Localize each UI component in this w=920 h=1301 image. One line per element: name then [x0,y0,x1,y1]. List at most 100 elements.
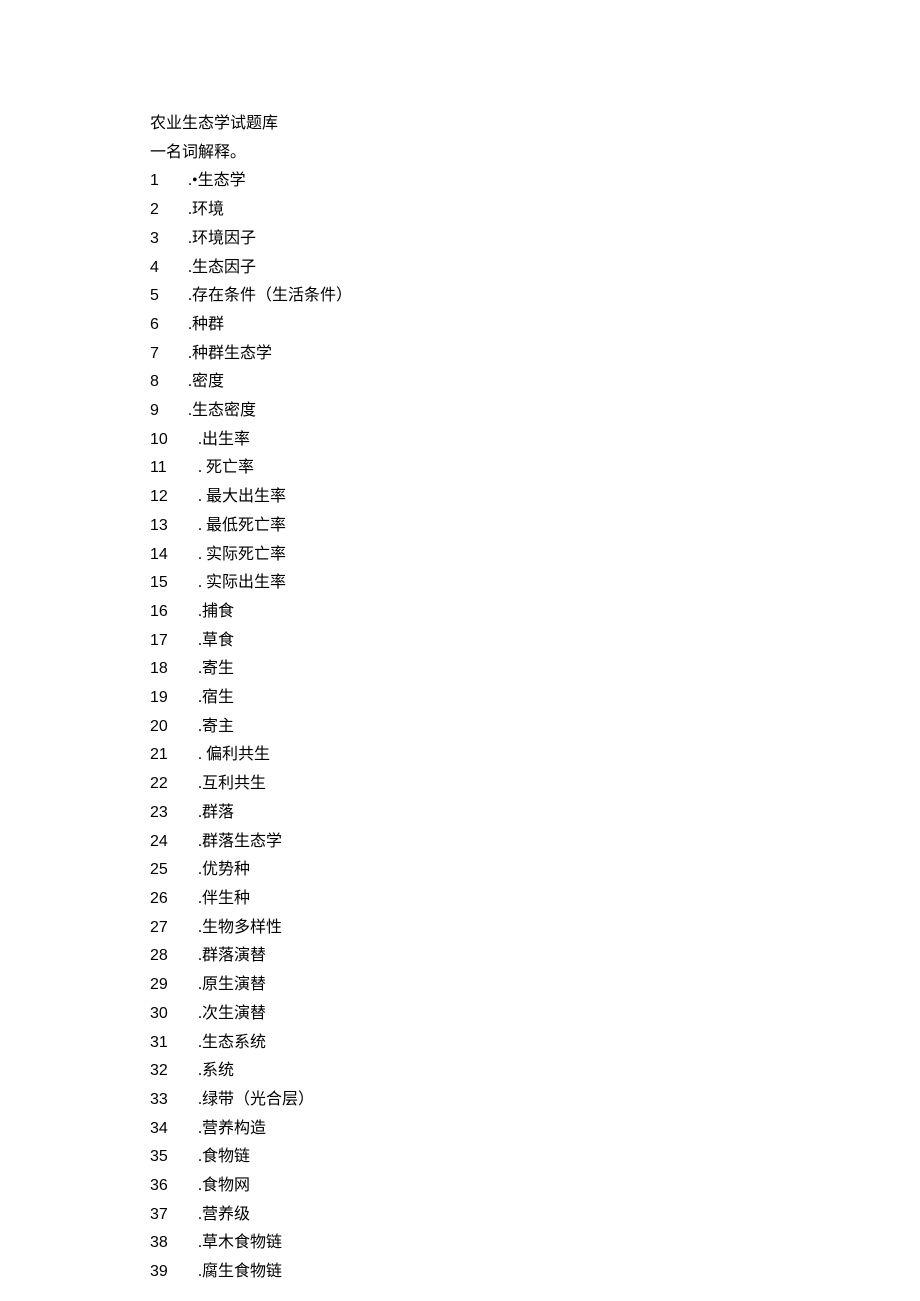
item-text: .捕食 [198,598,234,627]
item-text: .营养构造 [198,1115,266,1144]
item-number: 14 [150,541,198,570]
item-number: 19 [150,684,198,713]
list-item: 31.生态系统 [150,1029,820,1058]
item-text: .种群 [188,311,224,340]
list-item: 12. 最大出生率 [150,483,820,512]
item-number: 23 [150,799,198,828]
item-text: .宿生 [198,684,234,713]
list-item: 30.次生演替 [150,1000,820,1029]
item-number: 4 [150,254,188,283]
list-item: 6.种群 [150,311,820,340]
item-text: .生态系统 [198,1029,266,1058]
list-item: 24.群落生态学 [150,828,820,857]
list-item: 17.草食 [150,627,820,656]
item-text: . 偏利共生 [198,741,270,770]
list-item: 22.互利共生 [150,770,820,799]
item-text: .营养级 [198,1201,250,1230]
list-item: 14. 实际死亡率 [150,541,820,570]
item-text: .草食 [198,627,234,656]
item-text: .伴生种 [198,885,250,914]
list-item: 37.营养级 [150,1201,820,1230]
list-item: 15. 实际出生率 [150,569,820,598]
item-number: 35 [150,1143,198,1172]
item-number: 12 [150,483,198,512]
list-item: 8.密度 [150,368,820,397]
document-page: 农业生态学试题库 一名词解释。 1.•生态学2.环境3.环境因子4.生态因子5.… [0,0,920,1287]
item-number: 17 [150,627,198,656]
item-number: 6 [150,311,188,340]
item-number: 24 [150,828,198,857]
list-item: 1.•生态学 [150,167,820,196]
item-number: 30 [150,1000,198,1029]
item-number: 33 [150,1086,198,1115]
list-item: 10.出生率 [150,426,820,455]
item-number: 11 [150,454,198,483]
item-text: .寄主 [198,713,234,742]
item-number: 1 [150,167,188,196]
item-number: 28 [150,942,198,971]
item-number: 22 [150,770,198,799]
list-item: 13. 最低死亡率 [150,512,820,541]
item-text: .系统 [198,1057,234,1086]
list-item: 35.食物链 [150,1143,820,1172]
item-number: 37 [150,1201,198,1230]
item-number: 32 [150,1057,198,1086]
item-number: 38 [150,1229,198,1258]
item-number: 10 [150,426,198,455]
item-text: . 实际死亡率 [198,541,286,570]
item-text: .寄生 [198,655,234,684]
list-item: 4.生态因子 [150,254,820,283]
item-text: . 最低死亡率 [198,512,286,541]
list-item: 21. 偏利共生 [150,741,820,770]
item-number: 20 [150,713,198,742]
item-number: 26 [150,885,198,914]
item-number: 21 [150,741,198,770]
item-text: .生物多样性 [198,914,282,943]
item-number: 9 [150,397,188,426]
list-item: 39.腐生食物链 [150,1258,820,1287]
item-text: .环境因子 [188,225,256,254]
list-item: 28.群落演替 [150,942,820,971]
item-text: .密度 [188,368,224,397]
item-text: .优势种 [198,856,250,885]
item-text: . 最大出生率 [198,483,286,512]
item-text: .•生态学 [188,167,246,196]
item-number: 3 [150,225,188,254]
list-item: 33.绿带（光合层） [150,1086,820,1115]
item-text: .食物链 [198,1143,250,1172]
item-number: 18 [150,655,198,684]
item-text: . 实际出生率 [198,569,286,598]
item-number: 31 [150,1029,198,1058]
list-item: 34.营养构造 [150,1115,820,1144]
list-item: 25.优势种 [150,856,820,885]
list-item: 11. 死亡率 [150,454,820,483]
list-item: 16.捕食 [150,598,820,627]
item-number: 13 [150,512,198,541]
document-title: 农业生态学试题库 [150,110,820,139]
item-text: . 死亡率 [198,454,254,483]
list-item: 7.种群生态学 [150,340,820,369]
list-item: 2.环境 [150,196,820,225]
list-item: 38.草木食物链 [150,1229,820,1258]
item-text: .绿带（光合层） [198,1086,314,1115]
list-item: 23.群落 [150,799,820,828]
item-number: 36 [150,1172,198,1201]
item-text: .原生演替 [198,971,266,1000]
list-item: 36.食物网 [150,1172,820,1201]
item-text: .生态密度 [188,397,256,426]
item-text: .种群生态学 [188,340,272,369]
item-text: .环境 [188,196,224,225]
item-number: 25 [150,856,198,885]
list-item: 5.存在条件（生活条件） [150,282,820,311]
item-number: 5 [150,282,188,311]
item-text: .次生演替 [198,1000,266,1029]
list-item: 9.生态密度 [150,397,820,426]
list-item: 32.系统 [150,1057,820,1086]
item-text: .群落生态学 [198,828,282,857]
list-item: 26.伴生种 [150,885,820,914]
item-number: 8 [150,368,188,397]
item-text: .群落 [198,799,234,828]
item-text: .生态因子 [188,254,256,283]
list-item: 27.生物多样性 [150,914,820,943]
list-item: 29.原生演替 [150,971,820,1000]
